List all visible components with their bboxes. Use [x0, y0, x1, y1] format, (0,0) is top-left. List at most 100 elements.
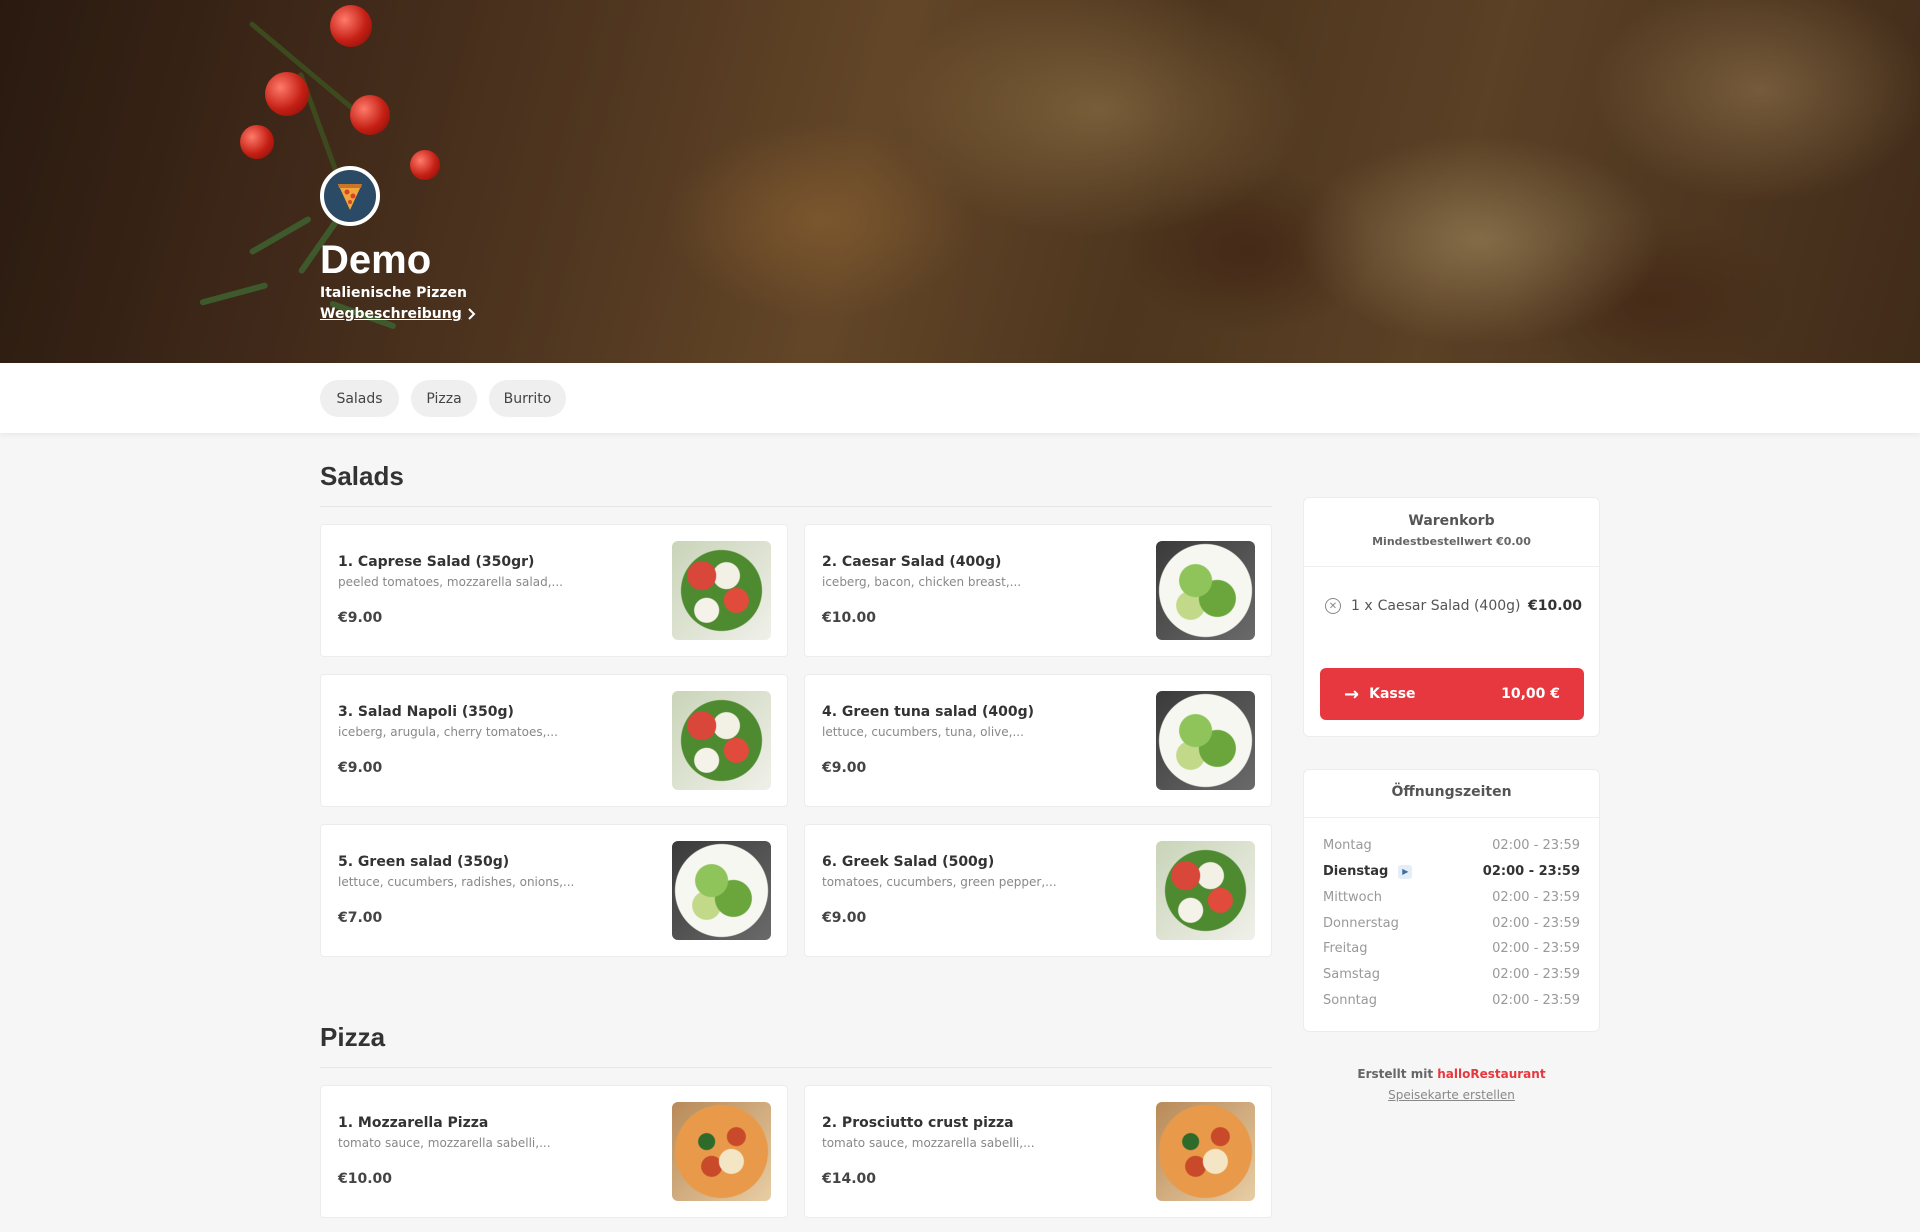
category-chip-burrito[interactable]: Burrito: [489, 380, 566, 417]
hero-banner: Demo Italienische Pizzen Wegbeschreibung: [0, 0, 1920, 363]
cart-divider: [1304, 566, 1599, 567]
hours-time: 02:00 - 23:59: [1492, 890, 1580, 905]
restaurant-tagline: Italienische Pizzen: [320, 285, 467, 301]
hours-time: 02:00 - 23:59: [1492, 916, 1580, 931]
menu-item-card[interactable]: 2. Prosciutto crust pizza tomato sauce, …: [804, 1085, 1272, 1218]
hours-time: 02:00 - 23:59: [1492, 993, 1580, 1008]
checkout-label: Kasse: [1369, 686, 1416, 702]
cart-title: Warenkorb: [1408, 513, 1495, 529]
hours-row: Donnerstag 02:00 - 23:59: [1323, 916, 1580, 931]
restaurant-logo: [320, 166, 380, 226]
hours-divider: [1304, 817, 1599, 818]
play-icon: ▶: [1398, 864, 1413, 879]
hours-time: 02:00 - 23:59: [1492, 838, 1580, 853]
menu-item-title: 5. Green salad (350g): [338, 854, 510, 870]
checkout-button[interactable]: → Kasse 10,00 €: [1320, 668, 1584, 720]
menu-item-card[interactable]: 4. Green tuna salad (400g) lettuce, cucu…: [804, 674, 1272, 807]
cart-item: ✕ 1 x Caesar Salad (400g) €10.00: [1325, 598, 1582, 614]
hours-day: Dienstag: [1323, 864, 1389, 879]
menu-item-card[interactable]: 3. Salad Napoli (350g) iceberg, arugula,…: [320, 674, 788, 807]
hours-time: 02:00 - 23:59: [1482, 864, 1580, 879]
menu-item-title: 2. Prosciutto crust pizza: [822, 1115, 1014, 1131]
menu-item-card[interactable]: 6. Greek Salad (500g) tomatoes, cucumber…: [804, 824, 1272, 957]
category-nav: Salads Pizza Burrito: [0, 363, 1920, 433]
menu-item-card[interactable]: 5. Green salad (350g) lettuce, cucumbers…: [320, 824, 788, 957]
hours-row: Samstag 02:00 - 23:59: [1323, 967, 1580, 982]
mozzarella-pizza-photo: [672, 1102, 771, 1201]
opening-hours-panel: Öffnungszeiten Montag 02:00 - 23:59 Dien…: [1303, 769, 1600, 1032]
menu-item-description: lettuce, cucumbers, radishes, onions,...: [338, 875, 575, 889]
section-title-pizza: Pizza: [320, 1022, 386, 1052]
chevron-right-icon: [468, 308, 476, 320]
menu-item-price: €9.00: [822, 760, 867, 776]
menu-item-title: 1. Mozzarella Pizza: [338, 1115, 489, 1131]
hours-time: 02:00 - 23:59: [1492, 967, 1580, 982]
menu-item-description: iceberg, bacon, chicken breast,...: [822, 575, 1022, 589]
menu-item-title: 3. Salad Napoli (350g): [338, 704, 514, 720]
menu-item-description: lettuce, cucumbers, tuna, olive,...: [822, 725, 1024, 739]
pizza-slice-icon: [338, 184, 362, 210]
menu-item-price: €7.00: [338, 910, 383, 926]
menu-item-description: tomatoes, cucumbers, green pepper,...: [822, 875, 1057, 889]
category-chip-pizza[interactable]: Pizza: [411, 380, 477, 417]
checkout-total: 10,00 €: [1501, 686, 1560, 702]
menu-item-card[interactable]: 1. Mozzarella Pizza tomato sauce, mozzar…: [320, 1085, 788, 1218]
menu-item-description: peeled tomatoes, mozzarella salad,...: [338, 575, 563, 589]
restaurant-name: Demo: [320, 238, 432, 282]
hours-row: Mittwoch 02:00 - 23:59: [1323, 890, 1580, 905]
section-title-salads: Salads: [320, 461, 404, 491]
category-chip-salads[interactable]: Salads: [320, 380, 399, 417]
section-divider: [320, 1067, 1272, 1068]
salad-napoli-photo: [672, 691, 771, 790]
cart-item-qty: 1 x: [1351, 598, 1373, 614]
cart-item-price: €10.00: [1527, 598, 1582, 614]
hours-day: Mittwoch: [1323, 890, 1382, 905]
menu-item-price: €9.00: [338, 760, 383, 776]
menu-item-price: €10.00: [338, 1171, 393, 1187]
caprese-salad-photo: [672, 541, 771, 640]
menu-item-price: €14.00: [822, 1171, 877, 1187]
greek-salad-photo: [1156, 841, 1255, 940]
menu-item-title: 4. Green tuna salad (400g): [822, 704, 1035, 720]
brand-link[interactable]: halloRestaurant: [1437, 1067, 1545, 1081]
cherry-tomato: [240, 125, 274, 159]
hours-row-today: Dienstag ▶ 02:00 - 23:59: [1323, 864, 1580, 879]
hours-time: 02:00 - 23:59: [1492, 941, 1580, 956]
menu-item-description: iceberg, arugula, cherry tomatoes,...: [338, 725, 558, 739]
hours-day: Sonntag: [1323, 993, 1377, 1008]
created-with: Erstellt mit halloRestaurant: [1303, 1067, 1600, 1081]
menu-item-price: €9.00: [822, 910, 867, 926]
hours-row: Freitag 02:00 - 23:59: [1323, 941, 1580, 956]
cherry-tomato: [350, 95, 390, 135]
menu-item-title: 6. Greek Salad (500g): [822, 854, 995, 870]
green-salad-photo: [672, 841, 771, 940]
hours-day: Montag: [1323, 838, 1372, 853]
remove-item-icon[interactable]: ✕: [1325, 598, 1341, 614]
opening-hours-title: Öffnungszeiten: [1391, 784, 1512, 800]
cart-minimum-order: Mindestbestellwert €0.00: [1372, 535, 1531, 548]
cart-item-name: Caesar Salad (400g): [1377, 598, 1521, 614]
menu-item-description: tomato sauce, mozzarella sabelli,...: [822, 1136, 1035, 1150]
hours-day: Donnerstag: [1323, 916, 1399, 931]
cherry-tomato: [330, 5, 372, 47]
directions-label[interactable]: Wegbeschreibung: [320, 306, 462, 322]
menu-item-card[interactable]: 2. Caesar Salad (400g) iceberg, bacon, c…: [804, 524, 1272, 657]
menu-item-description: tomato sauce, mozzarella sabelli,...: [338, 1136, 551, 1150]
cherry-tomato: [265, 72, 309, 116]
caesar-salad-photo: [1156, 541, 1255, 640]
menu-item-title: 1. Caprese Salad (350gr): [338, 554, 535, 570]
created-prefix: Erstellt mit: [1357, 1067, 1434, 1081]
cart-panel: Warenkorb Mindestbestellwert €0.00 ✕ 1 x…: [1303, 497, 1600, 737]
menu-item-card[interactable]: 1. Caprese Salad (350gr) peeled tomatoes…: [320, 524, 788, 657]
green-tuna-salad-photo: [1156, 691, 1255, 790]
arrow-right-icon: →: [1344, 683, 1360, 705]
create-menu-link[interactable]: Speisekarte erstellen: [1303, 1088, 1600, 1102]
hours-day: Samstag: [1323, 967, 1380, 982]
menu-item-title: 2. Caesar Salad (400g): [822, 554, 1002, 570]
hours-row: Montag 02:00 - 23:59: [1323, 838, 1580, 853]
directions-link[interactable]: Wegbeschreibung: [320, 306, 476, 322]
section-divider: [320, 506, 1272, 507]
cherry-tomato: [410, 150, 440, 180]
menu-item-price: €9.00: [338, 610, 383, 626]
menu-item-price: €10.00: [822, 610, 877, 626]
